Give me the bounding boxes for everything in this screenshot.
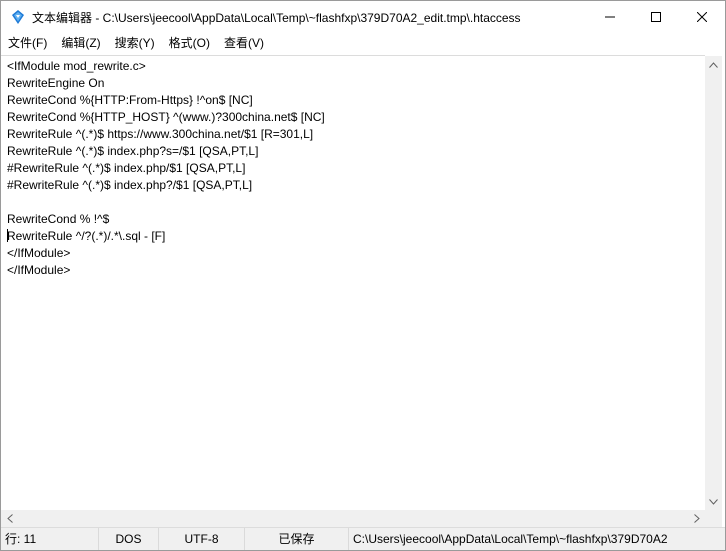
menu-format[interactable]: 格式(O)	[162, 34, 217, 53]
flashfxp-app-icon	[12, 10, 24, 24]
editor-line-8[interactable]: #RewriteRule ^(.*)$ index.php?/$1 [QSA,P…	[7, 177, 705, 194]
maximize-button[interactable]	[633, 1, 679, 33]
scroll-down-button[interactable]	[705, 493, 722, 510]
status-line-ending: DOS	[99, 528, 159, 550]
editor-line-5[interactable]: RewriteRule ^(.*)$ https://www.300china.…	[7, 126, 705, 143]
scrollbar-corner	[705, 510, 722, 527]
editor-line-1[interactable]: <IfModule mod_rewrite.c>	[7, 58, 705, 75]
title-bar[interactable]: 文本编辑器 - C:\Users\jeecool\AppData\Local\T…	[1, 1, 725, 33]
editor-line-4[interactable]: RewriteCond %{HTTP_HOST} ^(www.)?300chin…	[7, 109, 705, 126]
chevron-up-icon	[709, 61, 718, 68]
maximize-icon	[651, 12, 661, 22]
editor-line-6[interactable]: RewriteRule ^(.*)$ index.php?s=/$1 [QSA,…	[7, 143, 705, 160]
menu-edit[interactable]: 编辑(Z)	[54, 34, 107, 53]
status-line-number: 行: 11	[1, 528, 99, 550]
chevron-left-icon	[6, 514, 13, 523]
text-editor-window: 文本编辑器 - C:\Users\jeecool\AppData\Local\T…	[0, 0, 726, 551]
editor-line-9[interactable]	[7, 194, 705, 211]
chevron-right-icon	[693, 514, 700, 523]
scroll-left-button[interactable]	[1, 510, 18, 527]
status-encoding: UTF-8	[159, 528, 245, 550]
status-bar: 行: 11 DOS UTF-8 已保存 C:\Users\jeecool\App…	[1, 527, 725, 550]
scroll-right-button[interactable]	[688, 510, 705, 527]
close-icon	[697, 12, 707, 22]
editor-line-11[interactable]: RewriteRule ^/?(.*)/.*\.sql - [F]	[7, 228, 705, 245]
editor-line-10[interactable]: RewriteCond % !^$	[7, 211, 705, 228]
text-editor-area[interactable]: <IfModule mod_rewrite.c> RewriteEngine O…	[1, 55, 705, 511]
menu-bar: 文件(F) 编辑(Z) 搜索(Y) 格式(O) 查看(V)	[1, 33, 725, 54]
editor-line-11-text: RewriteRule ^/?(.*)/.*\.sql - [F]	[7, 229, 166, 243]
editor-line-3[interactable]: RewriteCond %{HTTP:From-Https} !^on$ [NC…	[7, 92, 705, 109]
close-button[interactable]	[679, 1, 725, 33]
editor-line-7[interactable]: #RewriteRule ^(.*)$ index.php/$1 [QSA,PT…	[7, 160, 705, 177]
minimize-icon	[605, 16, 615, 18]
editor-line-13[interactable]: </IfModule>	[7, 262, 705, 279]
minimize-button[interactable]	[587, 1, 633, 33]
vertical-scrollbar[interactable]	[705, 56, 722, 510]
editor-line-2[interactable]: RewriteEngine On	[7, 75, 705, 92]
menu-view[interactable]: 查看(V)	[217, 34, 271, 53]
horizontal-scrollbar[interactable]	[1, 510, 705, 527]
editor-line-12[interactable]: </IfModule>	[7, 245, 705, 262]
window-title: 文本编辑器 - C:\Users\jeecool\AppData\Local\T…	[32, 10, 521, 25]
status-file-path: C:\Users\jeecool\AppData\Local\Temp\~fla…	[353, 532, 668, 546]
status-saved: 已保存	[245, 528, 349, 550]
scroll-up-button[interactable]	[705, 56, 722, 73]
menu-search[interactable]: 搜索(Y)	[108, 34, 162, 53]
editor-content[interactable]: <IfModule mod_rewrite.c> RewriteEngine O…	[1, 56, 705, 279]
menu-file[interactable]: 文件(F)	[1, 34, 54, 53]
chevron-down-icon	[709, 498, 718, 505]
